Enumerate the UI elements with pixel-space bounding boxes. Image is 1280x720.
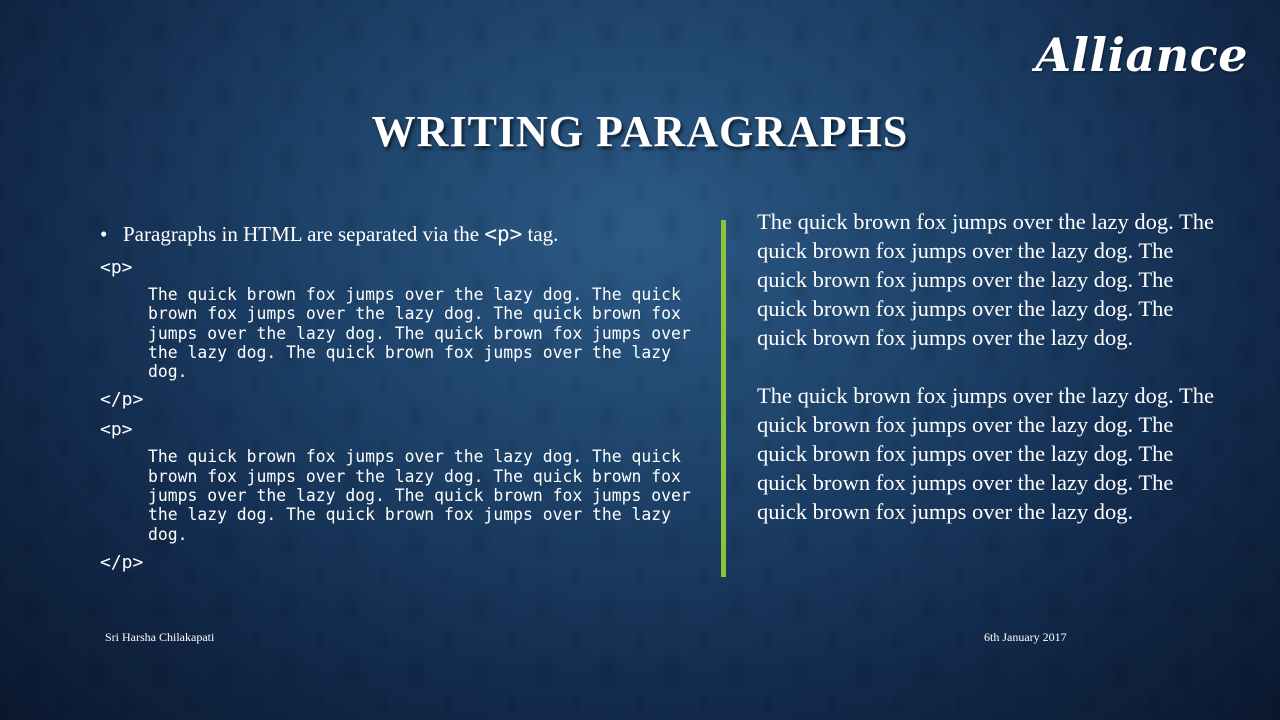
bullet-text-suffix: tag. xyxy=(522,222,559,246)
rendered-output-column: The quick brown fox jumps over the lazy … xyxy=(757,207,1227,555)
bullet-icon: • xyxy=(100,222,108,246)
footer-date: 6th January 2017 xyxy=(984,630,1067,644)
rendered-paragraph: The quick brown fox jumps over the lazy … xyxy=(757,383,1214,524)
bullet-point: • Paragraphs in HTML are separated via th… xyxy=(100,222,710,247)
slide-title: WRITING PARAGRAPHS xyxy=(371,107,909,156)
rendered-paragraph: The quick brown fox jumps over the lazy … xyxy=(757,209,1214,350)
alliance-logo: Alliance xyxy=(1035,28,1248,82)
code-paragraph-text: The quick brown fox jumps over the lazy … xyxy=(148,447,691,544)
close-p-tag: </p> xyxy=(100,389,144,411)
open-p-tag: <p> xyxy=(100,257,133,278)
code-block-2: <p> The quick brown fox jumps over the l… xyxy=(100,419,710,573)
column-divider xyxy=(721,220,726,577)
open-p-tag: <p> xyxy=(100,419,133,441)
bullet-text-prefix: Paragraphs in HTML are separated via the xyxy=(123,222,485,246)
code-paragraph-text: The quick brown fox jumps over the lazy … xyxy=(148,285,691,382)
footer-author: Sri Harsha Chilakapati xyxy=(105,630,215,644)
code-block-1: <p> The quick brown fox jumps over the l… xyxy=(100,257,710,411)
close-p-tag: </p> xyxy=(100,551,144,573)
bullet-inline-code: <p> xyxy=(484,222,523,246)
code-example-column: • Paragraphs in HTML are separated via th… xyxy=(100,222,710,574)
